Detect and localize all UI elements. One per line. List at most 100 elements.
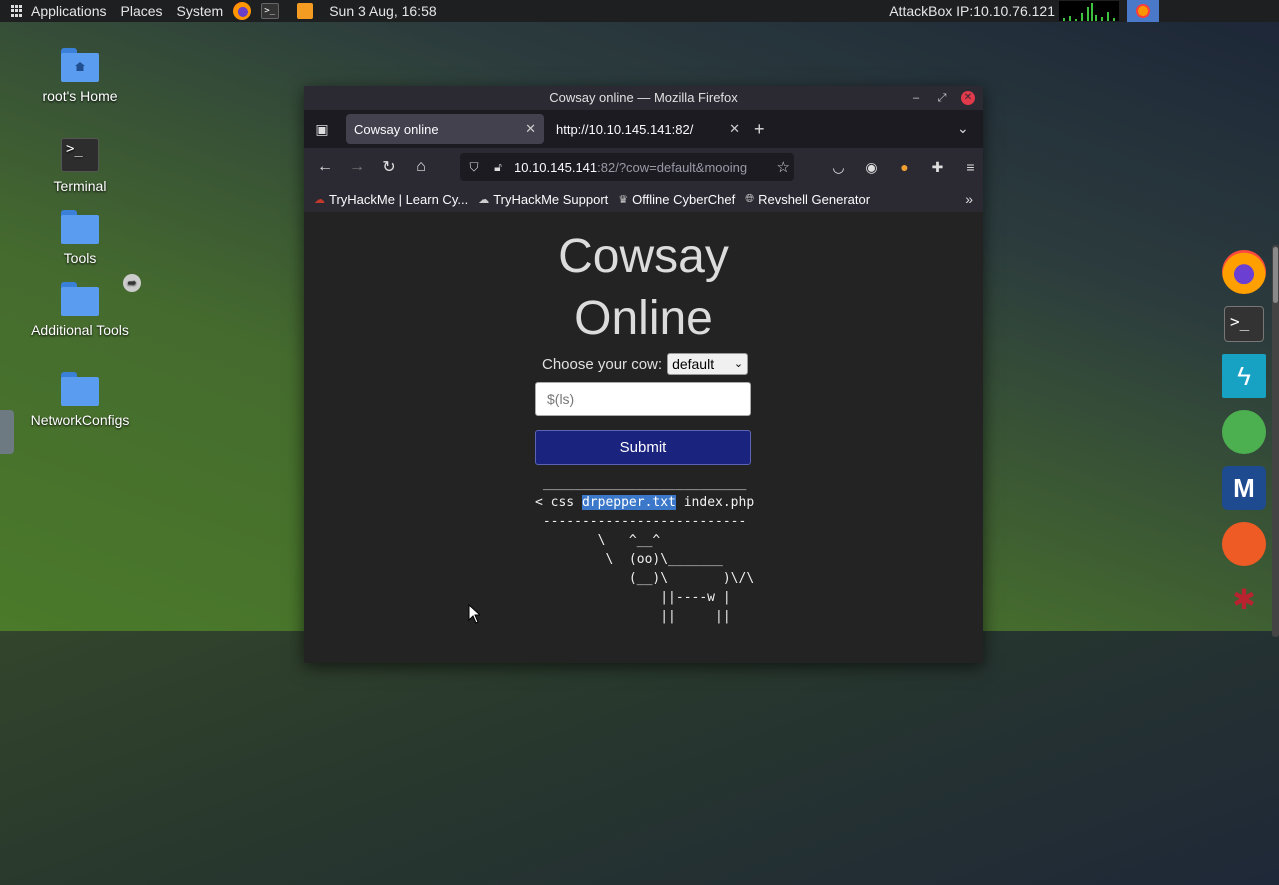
cloud-icon: ☁ xyxy=(478,193,490,206)
desktop-icon-label: Additional Tools xyxy=(31,322,129,338)
maximize-icon[interactable]: ⤢ xyxy=(929,86,955,110)
reload-icon[interactable]: ↻ xyxy=(373,157,405,177)
desktop-icon-label: Tools xyxy=(63,250,97,266)
speech-line: < css drpepper.txt index.php xyxy=(535,493,754,512)
title-line-1: Cowsay xyxy=(558,230,729,283)
network-graph xyxy=(1059,1,1119,21)
cow-select[interactable]: default ⌄ xyxy=(667,353,749,375)
bookmark-revshell[interactable]: 🌐︎ Revshell Generator xyxy=(745,192,870,207)
desktop-icon-label: NetworkConfigs xyxy=(30,412,130,428)
cow-chooser: Choose your cow: default ⌄ xyxy=(542,353,749,375)
close-tab-icon[interactable]: ✕ xyxy=(729,121,740,137)
cow-ascii-art: \ ^__^ \ (oo)\_______ (__)\ )\/\ ||----w… xyxy=(597,533,755,624)
firefox-dock-icon[interactable] xyxy=(1222,250,1266,294)
apps-grid-icon[interactable] xyxy=(11,5,23,17)
shield-icon[interactable]: ⛉ xyxy=(464,160,484,175)
speech-top-border: __________________________ xyxy=(535,476,747,491)
output-prefix: < css xyxy=(535,495,582,510)
bookmark-cyberchef[interactable]: ♛ Offline CyberChef xyxy=(618,192,735,207)
desktop-icon-networkconfigs[interactable]: NetworkConfigs xyxy=(25,372,135,428)
back-icon[interactable]: ← xyxy=(309,158,341,176)
system-menu[interactable]: System xyxy=(177,0,224,22)
link-badge-icon: ➦ xyxy=(123,274,141,292)
message-input[interactable]: $(ls) xyxy=(535,382,751,416)
home-icon[interactable]: ⌂ xyxy=(405,158,437,176)
side-panel-handle[interactable] xyxy=(0,410,14,454)
desktop-icon-label: root's Home xyxy=(42,88,118,104)
hydra-dock-icon[interactable]: ✱ xyxy=(1222,578,1266,622)
terminal-launcher-icon[interactable]: >_ xyxy=(261,3,280,19)
tab-label: http://10.10.145.141:82/ xyxy=(556,121,694,137)
page-content: Cowsay Online Choose your cow: default ⌄… xyxy=(304,212,983,663)
globe-icon: 🌐︎ xyxy=(745,192,755,205)
tab-bar: ▣ Cowsay online ✕ http://10.10.145.141:8… xyxy=(304,110,983,148)
terminal-icon: >_ xyxy=(61,138,99,172)
pocket-icon[interactable]: ◡ xyxy=(822,159,855,176)
postman-dock-icon[interactable] xyxy=(1222,522,1266,566)
close-window-icon[interactable]: ✕ xyxy=(961,91,975,105)
forward-icon[interactable]: → xyxy=(341,158,373,176)
desktop-icon-label: Terminal xyxy=(53,178,107,194)
extension-fox-icon[interactable]: ● xyxy=(888,159,921,175)
minimize-icon[interactable]: – xyxy=(903,86,929,110)
cowsay-output: __________________________ < css drpepper… xyxy=(535,474,754,626)
chevron-down-icon: ⌄ xyxy=(733,358,744,370)
title-line-2: Online xyxy=(574,292,713,345)
list-tabs-chevron-icon[interactable]: ⌄ xyxy=(957,120,973,136)
attackbox-ip: AttackBox IP:10.10.76.121 xyxy=(889,3,1055,19)
firefox-taskbar-button[interactable] xyxy=(1127,0,1159,22)
tab-url[interactable]: http://10.10.145.141:82/ ✕ xyxy=(548,114,748,144)
sublime-launcher-icon[interactable] xyxy=(297,3,314,19)
desktop-icon-terminal[interactable]: >_ Terminal xyxy=(25,138,135,194)
folder-icon xyxy=(61,372,99,406)
cow-select-value: default xyxy=(672,356,715,372)
nav-bar: ← → ↻ ⌂ ⛉ 🔓︎ 10.10.145.141:82/?cow=defau… xyxy=(304,148,983,186)
bookmark-label: Offline CyberChef xyxy=(632,191,736,207)
home-folder-icon xyxy=(61,48,99,82)
mouse-pointer-icon xyxy=(468,604,480,624)
insecure-lock-icon[interactable]: 🔓︎ xyxy=(488,160,508,175)
tab-cowsay[interactable]: Cowsay online ✕ xyxy=(346,114,544,144)
desktop-background-lower xyxy=(0,631,1279,885)
close-tab-icon[interactable]: ✕ xyxy=(525,121,536,137)
rocket-dock-icon[interactable] xyxy=(1222,410,1266,454)
top-panel: Applications Places System >_ Sun 3 Aug,… xyxy=(0,0,1279,22)
window-titlebar[interactable]: Cowsay online — Mozilla Firefox – ⤢ ✕ xyxy=(304,86,983,110)
firefox-window: Cowsay online — Mozilla Firefox – ⤢ ✕ ▣ … xyxy=(304,86,983,663)
bookmark-star-icon[interactable]: ☆ xyxy=(772,158,790,176)
bookmark-label: TryHackMe | Learn Cy... xyxy=(329,191,469,207)
dock-scrollbar[interactable] xyxy=(1272,245,1279,637)
bookmark-label: Revshell Generator xyxy=(758,191,871,207)
bookmarks-toolbar: ☁ TryHackMe | Learn Cy... ☁ TryHackMe Supp… xyxy=(304,186,983,212)
right-dock: >_ ϟ M ✱ xyxy=(1222,250,1272,634)
places-menu[interactable]: Places xyxy=(121,0,163,22)
terminal-dock-icon[interactable]: >_ xyxy=(1224,306,1264,342)
extensions-puzzle-icon[interactable]: ✚ xyxy=(921,159,954,176)
url-bar[interactable]: ⛉ 🔓︎ 10.10.145.141:82/?cow=default&mooin… xyxy=(460,153,794,181)
bookmark-tryhackme[interactable]: ☁ TryHackMe | Learn Cy... xyxy=(314,192,468,207)
firefox-launcher-icon[interactable] xyxy=(233,2,252,20)
bookmark-support[interactable]: ☁ TryHackMe Support xyxy=(478,192,608,207)
firefox-view-icon[interactable]: ▣ xyxy=(304,121,340,138)
desktop-icon-home[interactable]: root's Home xyxy=(25,48,135,104)
page-title: Cowsay Online xyxy=(304,226,983,350)
clock[interactable]: Sun 3 Aug, 16:58 xyxy=(329,0,436,22)
choose-cow-label: Choose your cow: xyxy=(542,355,663,373)
more-bookmarks-icon[interactable]: » xyxy=(965,191,973,207)
bookmark-label: TryHackMe Support xyxy=(493,191,609,207)
desktop-icon-tools[interactable]: Tools xyxy=(25,210,135,266)
folder-icon: ➦ xyxy=(61,274,141,316)
url-path: :82/?cow=default&mooing xyxy=(597,159,748,175)
applications-menu[interactable]: Applications xyxy=(31,0,107,22)
folder-icon xyxy=(61,210,99,244)
account-icon[interactable]: ◉ xyxy=(855,159,888,176)
metasploit-dock-icon[interactable]: M xyxy=(1222,466,1266,510)
burp-dock-icon[interactable]: ϟ xyxy=(1222,354,1266,398)
tryhackme-icon: ☁ xyxy=(314,193,325,206)
tab-label: Cowsay online xyxy=(354,121,439,137)
hamburger-menu-icon[interactable]: ≡ xyxy=(954,159,987,175)
submit-button[interactable]: Submit xyxy=(535,430,751,465)
new-tab-icon[interactable]: + xyxy=(754,119,765,140)
desktop-icon-additional-tools[interactable]: ➦ Additional Tools xyxy=(25,274,141,338)
window-title: Cowsay online — Mozilla Firefox xyxy=(549,90,738,105)
